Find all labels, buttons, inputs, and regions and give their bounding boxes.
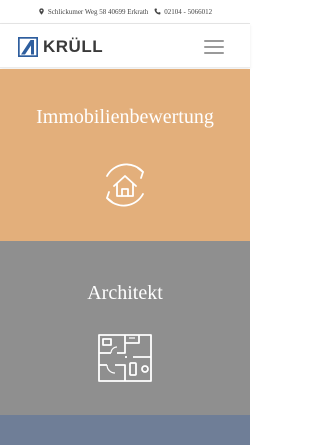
tile-title: Architekt: [87, 282, 163, 304]
menu-line: [204, 40, 224, 42]
phone-icon: [154, 8, 161, 15]
tile-immobilienbewertung[interactable]: Immobilienbewertung: [0, 69, 250, 241]
logo-mark-icon: [18, 37, 38, 57]
address-group: Schlickumer Weg 58 40699 Erkrath: [38, 8, 148, 16]
floor-plan-icon: [98, 334, 152, 382]
tile-next-service[interactable]: [0, 415, 250, 445]
phone-link[interactable]: 02104 - 5066012: [164, 8, 212, 16]
top-contact-bar: Schlickumer Weg 58 40699 Erkrath 02104 -…: [0, 0, 250, 24]
site-logo[interactable]: KRÜLL: [18, 37, 103, 57]
house-cycle-icon: [106, 163, 144, 207]
hamburger-menu-icon[interactable]: [204, 40, 224, 54]
map-pin-icon: [39, 8, 44, 15]
phone-group[interactable]: 02104 - 5066012: [154, 8, 212, 16]
tile-architekt[interactable]: Architekt: [0, 241, 250, 415]
menu-line: [204, 46, 224, 48]
menu-line: [204, 52, 224, 54]
tile-title: Immobilienbewertung: [36, 106, 214, 128]
address-text: Schlickumer Weg 58 40699 Erkrath: [47, 7, 149, 16]
logo-text: KRÜLL: [43, 37, 104, 56]
